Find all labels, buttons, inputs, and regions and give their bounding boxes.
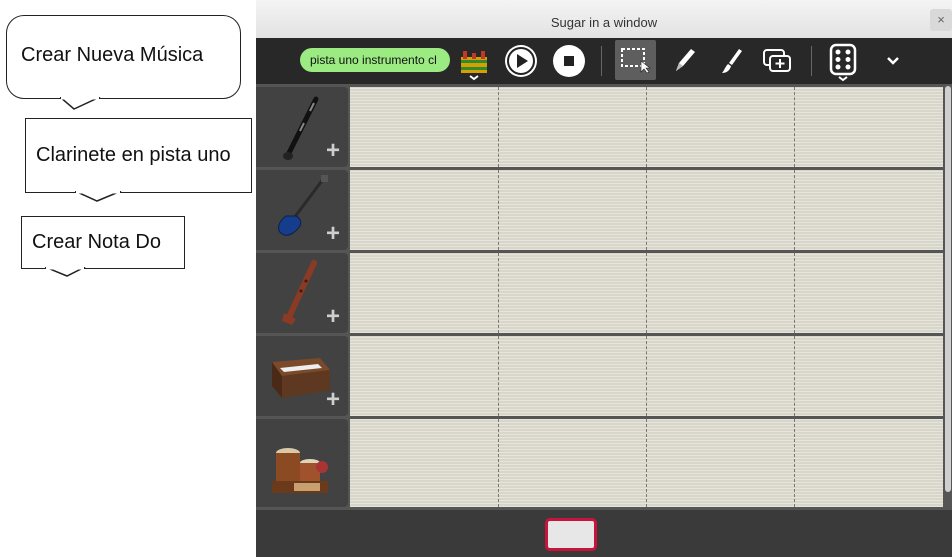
- window-title: Sugar in a window: [550, 15, 658, 30]
- add-layer-icon[interactable]: [759, 44, 797, 78]
- callout-text: Crear Nota Do: [32, 231, 161, 253]
- track-lane[interactable]: [350, 419, 943, 507]
- callout-tail: [45, 267, 86, 277]
- toolbar: pista uno instrumento cl: [256, 38, 952, 84]
- beat-line: [498, 253, 499, 333]
- stop-icon[interactable]: [551, 43, 587, 79]
- instrument-button-clarinet[interactable]: +: [256, 87, 348, 167]
- toolbar-separator: [601, 46, 602, 76]
- add-instrument-icon[interactable]: +: [326, 139, 340, 163]
- beat-line: [498, 336, 499, 416]
- beat-line: [498, 419, 499, 507]
- expand-icon[interactable]: [881, 50, 905, 72]
- beat-line: [646, 419, 647, 507]
- beat-line: [646, 336, 647, 416]
- play-icon[interactable]: [503, 43, 539, 79]
- beat-line: [794, 419, 795, 507]
- add-instrument-icon[interactable]: +: [326, 305, 340, 329]
- track-lane[interactable]: [350, 170, 943, 250]
- instrument-button-harmonium[interactable]: +: [256, 336, 348, 416]
- track-lane[interactable]: [350, 253, 943, 333]
- beat-line: [498, 87, 499, 167]
- callout-text: Crear Nueva Música: [21, 43, 204, 66]
- track-area: + + + +: [256, 84, 952, 510]
- beat-line: [794, 336, 795, 416]
- callout-create-music: Crear Nueva Música: [6, 15, 241, 99]
- beat-line: [794, 170, 795, 250]
- beat-line: [794, 87, 795, 167]
- instrument-button-recorder[interactable]: +: [256, 253, 348, 333]
- callout-clarinet: Clarinete en pista uno: [25, 118, 252, 193]
- callout-create-note: Crear Nota Do: [21, 216, 185, 269]
- vertical-scrollbar[interactable]: [945, 86, 951, 492]
- dice-icon[interactable]: [824, 42, 862, 84]
- sugar-window: Sugar in a window × pista uno instrument…: [256, 0, 952, 557]
- keyboard-key-button[interactable]: [545, 518, 597, 551]
- title-bar: Sugar in a window ×: [256, 0, 952, 39]
- activity-icon[interactable]: [456, 46, 492, 82]
- pencil-icon[interactable]: [666, 44, 702, 78]
- percussion-icon: [272, 448, 328, 493]
- beat-line: [646, 253, 647, 333]
- callout-tail: [60, 97, 101, 110]
- close-button[interactable]: ×: [930, 9, 952, 31]
- toolbar-separator: [811, 46, 812, 76]
- beat-line: [498, 170, 499, 250]
- callout-text: Clarinete en pista uno: [36, 144, 231, 166]
- beat-line: [646, 87, 647, 167]
- select-icon[interactable]: [615, 40, 656, 80]
- brush-icon[interactable]: [713, 44, 749, 78]
- add-instrument-icon[interactable]: +: [326, 388, 340, 412]
- instrument-button-bass[interactable]: +: [256, 170, 348, 250]
- instrument-button-percussion[interactable]: [256, 419, 348, 507]
- beat-line: [794, 253, 795, 333]
- track-lane[interactable]: [350, 87, 943, 167]
- track-name-field[interactable]: pista uno instrumento cl: [300, 48, 450, 72]
- add-instrument-icon[interactable]: +: [326, 222, 340, 246]
- bottom-bar: [256, 510, 952, 557]
- callout-tail: [75, 191, 122, 202]
- beat-line: [646, 170, 647, 250]
- track-lane[interactable]: [350, 336, 943, 416]
